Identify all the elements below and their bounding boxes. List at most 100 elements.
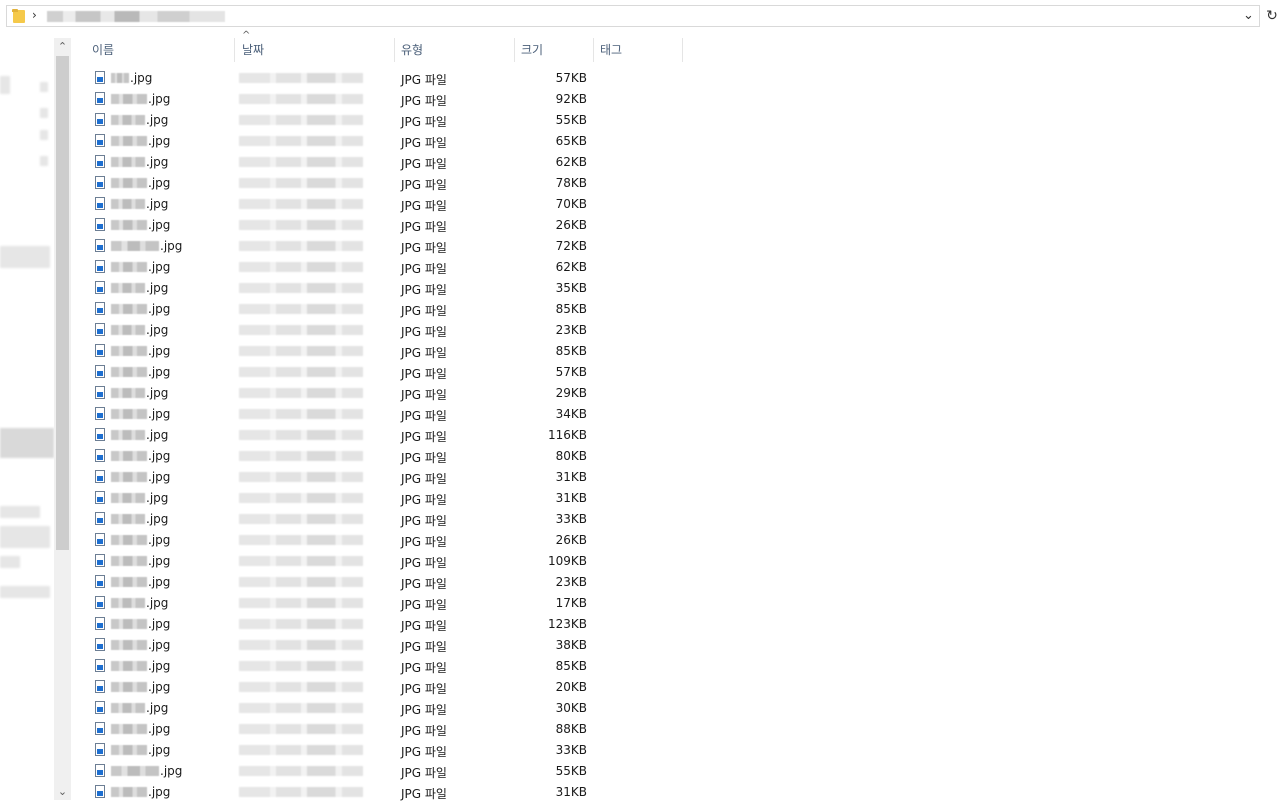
scroll-down-icon[interactable]: ⌄	[54, 783, 71, 800]
header-type[interactable]: 유형	[401, 38, 423, 62]
address-dropdown-icon[interactable]: ⌄	[1243, 8, 1254, 23]
file-name[interactable]: .jpg	[111, 407, 170, 421]
jpg-file-icon	[95, 113, 105, 126]
file-name[interactable]: .jpg	[111, 680, 170, 694]
file-row[interactable]: .jpg JPG 파일 26KB	[86, 216, 686, 237]
file-type: JPG 파일	[401, 619, 447, 633]
file-name[interactable]: .jpg	[111, 92, 170, 106]
file-row[interactable]: .jpg JPG 파일 17KB	[86, 594, 686, 615]
file-name[interactable]: .jpg	[111, 344, 170, 358]
file-row[interactable]: .jpg JPG 파일 62KB	[86, 258, 686, 279]
redacted-file-name	[111, 493, 145, 503]
file-row[interactable]: .jpg JPG 파일 31KB	[86, 468, 686, 489]
file-type: JPG 파일	[401, 472, 447, 486]
file-name[interactable]: .jpg	[111, 302, 170, 316]
file-name[interactable]: .jpg	[111, 323, 168, 337]
header-tags[interactable]: 태그	[600, 38, 622, 62]
file-name[interactable]: .jpg	[111, 218, 170, 232]
redacted-file-date	[239, 787, 363, 797]
file-extension: .jpg	[148, 134, 171, 148]
file-row[interactable]: .jpg JPG 파일 116KB	[86, 426, 686, 447]
file-name[interactable]: .jpg	[111, 176, 170, 190]
file-name[interactable]: .jpg	[111, 554, 170, 568]
file-name[interactable]: .jpg	[111, 365, 170, 379]
file-name[interactable]: .jpg	[111, 197, 168, 211]
breadcrumb-path[interactable]	[47, 11, 225, 22]
file-row[interactable]: .jpg JPG 파일 55KB	[86, 111, 686, 132]
file-name[interactable]: .jpg	[111, 785, 170, 799]
file-row[interactable]: .jpg JPG 파일 33KB	[86, 510, 686, 531]
file-name[interactable]: .jpg	[111, 155, 168, 169]
header-size[interactable]: 크기	[521, 38, 543, 62]
refresh-button[interactable]: ↻	[1262, 5, 1282, 27]
file-name[interactable]: .jpg	[111, 764, 182, 778]
redacted-file-date	[239, 619, 363, 629]
file-name[interactable]: .jpg	[111, 470, 170, 484]
file-name[interactable]: .jpg	[111, 575, 170, 589]
file-row[interactable]: .jpg JPG 파일 33KB	[86, 741, 686, 762]
file-row[interactable]: .jpg JPG 파일 109KB	[86, 552, 686, 573]
file-row[interactable]: .jpg JPG 파일 62KB	[86, 153, 686, 174]
scroll-thumb[interactable]	[56, 56, 69, 550]
nav-scrollbar[interactable]: ⌃ ⌄	[54, 38, 71, 800]
file-name[interactable]: .jpg	[111, 386, 168, 400]
file-type: JPG 파일	[401, 220, 447, 234]
file-row[interactable]: .jpg JPG 파일 29KB	[86, 384, 686, 405]
jpg-file-icon	[95, 533, 105, 546]
file-name[interactable]: .jpg	[111, 134, 170, 148]
redacted-file-date	[239, 745, 363, 755]
file-row[interactable]: .jpg JPG 파일 57KB	[86, 69, 686, 90]
navigation-pane[interactable]	[0, 38, 54, 812]
file-row[interactable]: .jpg JPG 파일 26KB	[86, 531, 686, 552]
file-row[interactable]: .jpg JPG 파일 88KB	[86, 720, 686, 741]
file-row[interactable]: .jpg JPG 파일 57KB	[86, 363, 686, 384]
file-name[interactable]: .jpg	[111, 722, 170, 736]
file-name[interactable]: .jpg	[111, 596, 168, 610]
file-row[interactable]: .jpg JPG 파일 31KB	[86, 489, 686, 510]
file-row[interactable]: .jpg JPG 파일 85KB	[86, 342, 686, 363]
file-row[interactable]: .jpg JPG 파일 20KB	[86, 678, 686, 699]
file-name[interactable]: .jpg	[111, 659, 170, 673]
file-row[interactable]: .jpg JPG 파일 92KB	[86, 90, 686, 111]
file-row[interactable]: .jpg JPG 파일 30KB	[86, 699, 686, 720]
address-bar[interactable]: › ⌄	[6, 5, 1260, 27]
redacted-file-name	[111, 409, 147, 419]
file-name[interactable]: .jpg	[111, 533, 170, 547]
file-name[interactable]: .jpg	[111, 281, 168, 295]
file-row[interactable]: .jpg JPG 파일 123KB	[86, 615, 686, 636]
file-row[interactable]: .jpg JPG 파일 85KB	[86, 300, 686, 321]
file-name[interactable]: .jpg	[111, 260, 170, 274]
file-row[interactable]: .jpg JPG 파일 31KB	[86, 783, 686, 804]
file-name[interactable]: .jpg	[111, 491, 168, 505]
file-row[interactable]: .jpg JPG 파일 23KB	[86, 321, 686, 342]
header-date[interactable]: 날짜	[242, 38, 264, 62]
file-name[interactable]: .jpg	[111, 239, 182, 253]
file-row[interactable]: .jpg JPG 파일 85KB	[86, 657, 686, 678]
file-name[interactable]: .jpg	[111, 638, 170, 652]
file-row[interactable]: .jpg JPG 파일 78KB	[86, 174, 686, 195]
scroll-up-icon[interactable]: ⌃	[54, 38, 71, 55]
file-name[interactable]: .jpg	[111, 71, 152, 85]
file-row[interactable]: .jpg JPG 파일 38KB	[86, 636, 686, 657]
file-name[interactable]: .jpg	[111, 449, 170, 463]
file-row[interactable]: .jpg JPG 파일 23KB	[86, 573, 686, 594]
file-name[interactable]: .jpg	[111, 113, 168, 127]
file-size: 85KB	[555, 659, 587, 673]
file-name[interactable]: .jpg	[111, 743, 170, 757]
file-type: JPG 파일	[401, 367, 447, 381]
file-name[interactable]: .jpg	[111, 617, 170, 631]
file-name[interactable]: .jpg	[111, 428, 168, 442]
breadcrumb-separator[interactable]: ›	[32, 8, 37, 22]
file-row[interactable]: .jpg JPG 파일 65KB	[86, 132, 686, 153]
file-row[interactable]: .jpg JPG 파일 70KB	[86, 195, 686, 216]
file-name[interactable]: .jpg	[111, 512, 168, 526]
header-name[interactable]: 이름	[92, 38, 114, 62]
redacted-file-date	[239, 556, 363, 566]
file-row[interactable]: .jpg JPG 파일 80KB	[86, 447, 686, 468]
file-name[interactable]: .jpg	[111, 701, 168, 715]
file-row[interactable]: .jpg JPG 파일 72KB	[86, 237, 686, 258]
file-row[interactable]: .jpg JPG 파일 35KB	[86, 279, 686, 300]
file-row[interactable]: .jpg JPG 파일 34KB	[86, 405, 686, 426]
file-extension: .jpg	[148, 92, 171, 106]
file-row[interactable]: .jpg JPG 파일 55KB	[86, 762, 686, 783]
